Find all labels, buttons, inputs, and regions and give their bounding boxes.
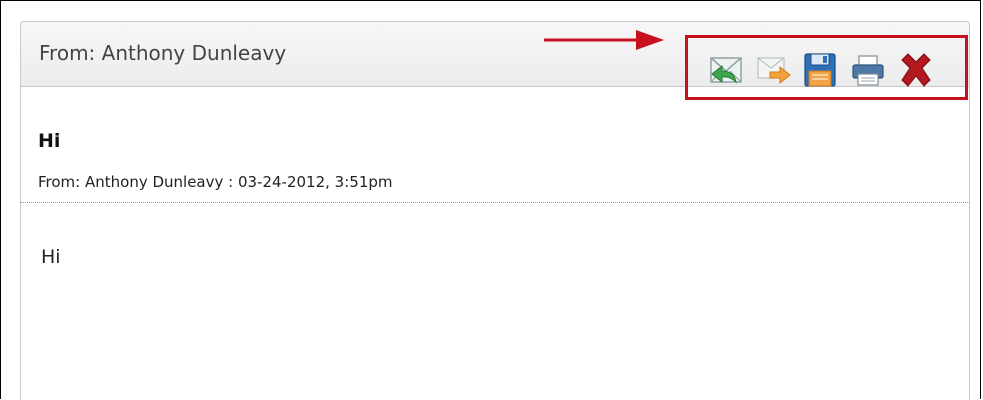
divider [20, 202, 970, 203]
delete-button[interactable] [898, 52, 934, 88]
header-title: From: Anthony Dunleavy [39, 41, 287, 65]
message-subject: Hi [38, 130, 61, 152]
printer-icon [852, 55, 884, 86]
forward-mail-icon [757, 57, 791, 85]
forward-button[interactable] [756, 52, 792, 88]
reply-button[interactable] [708, 52, 744, 88]
print-button[interactable] [850, 52, 886, 88]
floppy-disk-icon [804, 53, 836, 87]
screenshot-frame: From: Anthony Dunleavy Hi From: Anthony … [0, 0, 981, 400]
red-x-close-icon [901, 53, 931, 87]
annotation-arrow [544, 30, 664, 50]
toolbar-highlight [685, 35, 968, 100]
message-meta: From: Anthony Dunleavy : 03-24-2012, 3:5… [38, 173, 393, 191]
reply-mail-icon [710, 57, 742, 84]
message-body: Hi [41, 246, 61, 268]
save-button[interactable] [802, 52, 838, 88]
